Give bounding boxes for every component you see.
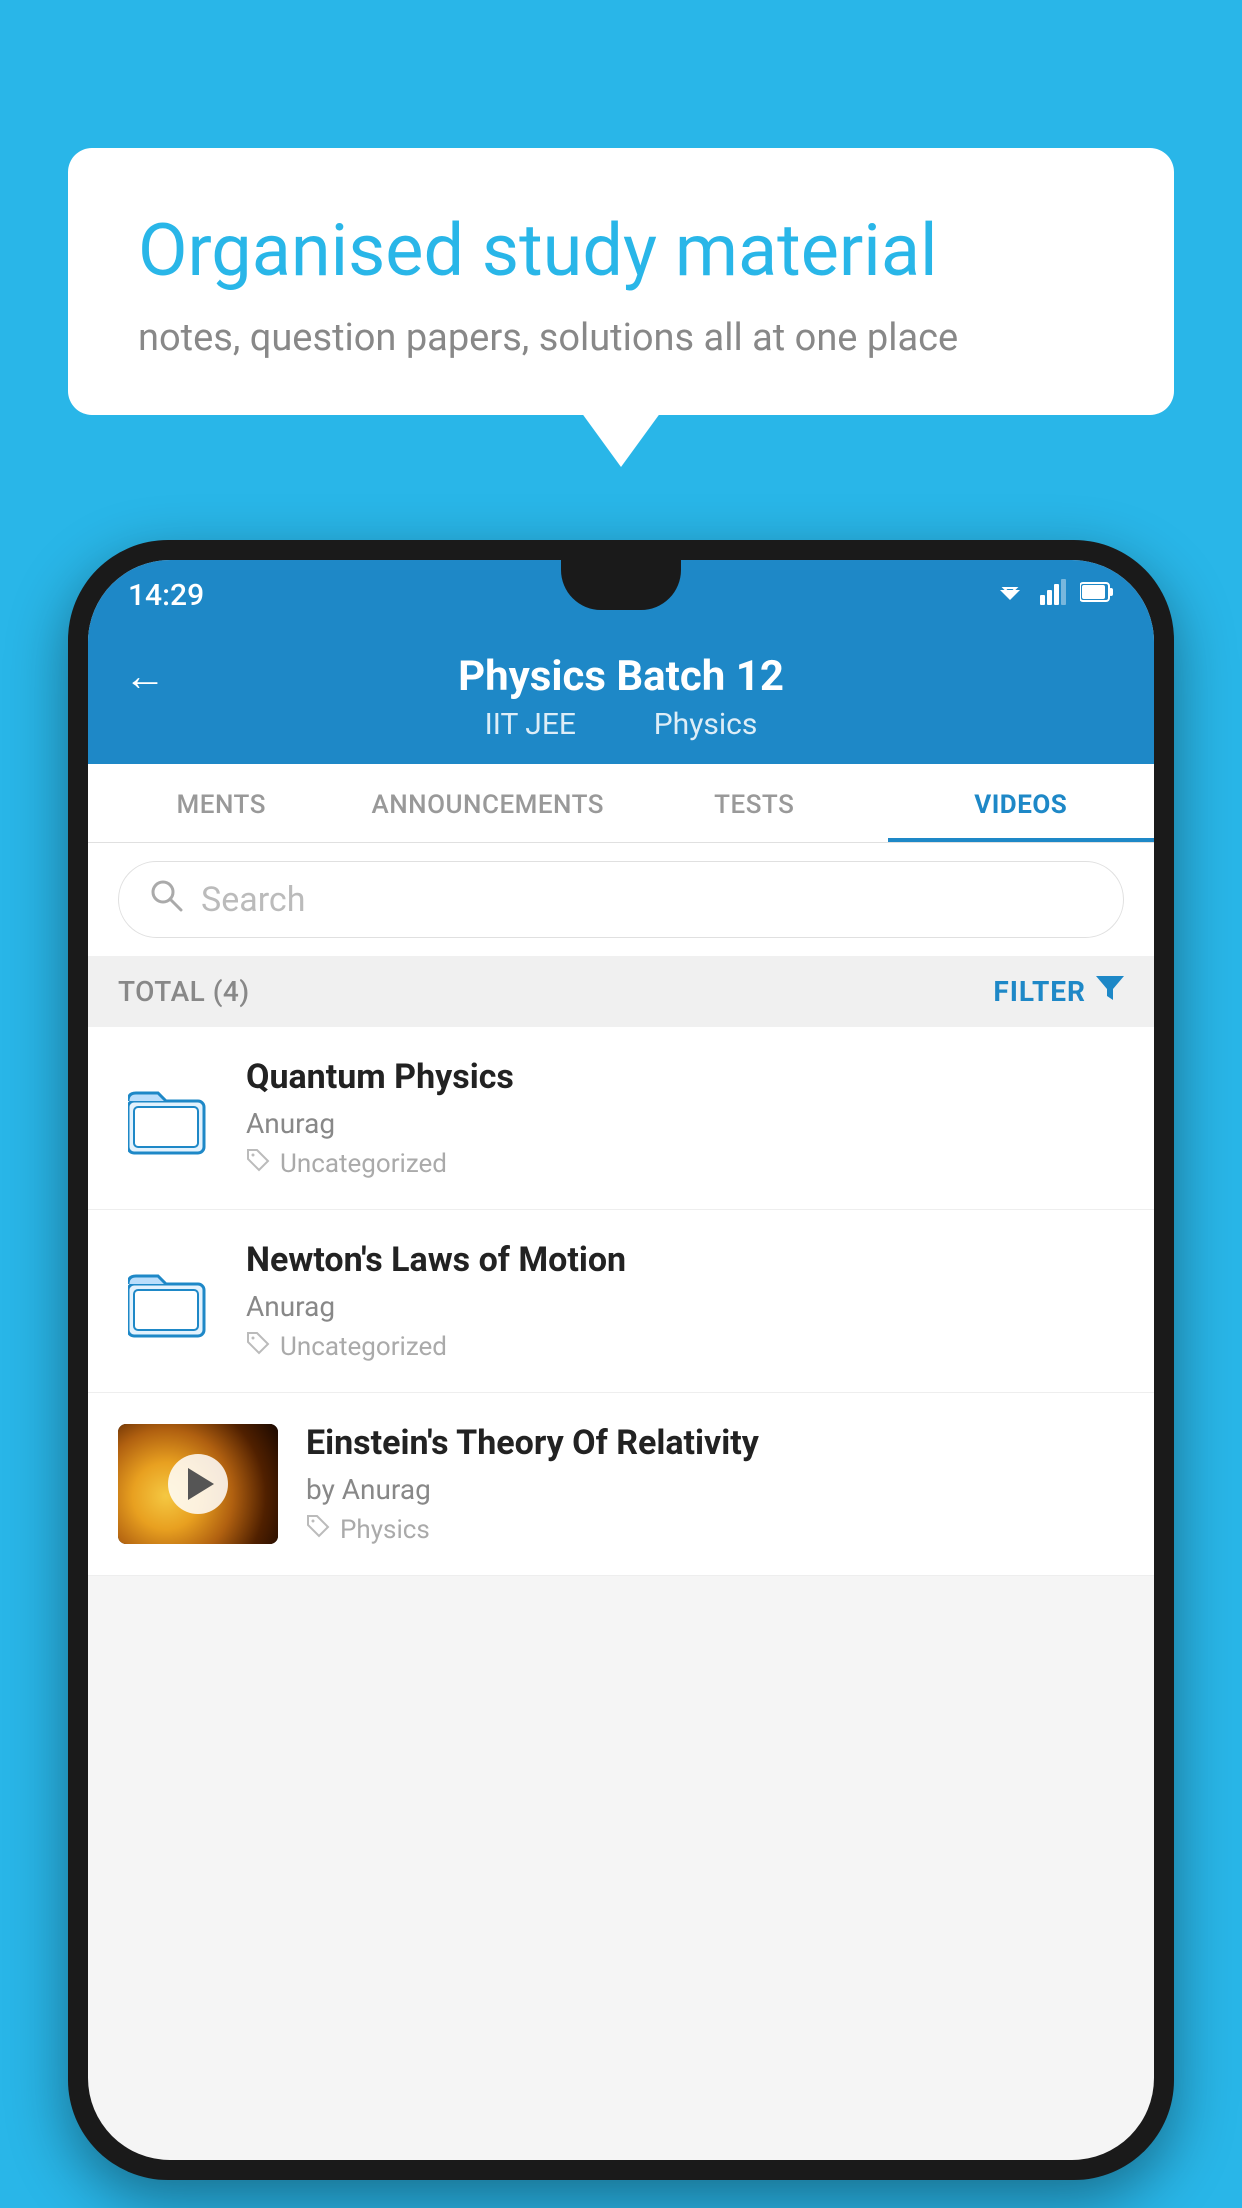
phone-screen: 14:29	[88, 560, 1154, 2160]
header-title: Physics Batch 12	[458, 652, 784, 701]
notch	[561, 560, 681, 610]
header-row: ← Physics Batch 12	[124, 652, 1118, 701]
header-batch-type: Physics	[654, 707, 758, 742]
list-item[interactable]: Newton's Laws of Motion Anurag Uncategor…	[88, 1210, 1154, 1393]
video-author: Anurag	[246, 1290, 1124, 1323]
video-info: Newton's Laws of Motion Anurag Uncategor…	[246, 1240, 1124, 1362]
video-thumbnail	[118, 1424, 278, 1544]
header-subtitle: IIT JEE Physics	[473, 707, 770, 742]
video-tag: Uncategorized	[246, 1331, 1124, 1362]
bubble-title: Organised study material	[138, 208, 1104, 294]
play-button[interactable]	[168, 1454, 228, 1514]
status-time: 14:29	[128, 578, 204, 613]
search-container: Search	[88, 843, 1154, 956]
tag-label: Physics	[340, 1515, 430, 1545]
total-count-label: TOTAL (4)	[118, 975, 250, 1008]
search-placeholder: Search	[201, 880, 305, 920]
tabs-bar: MENTS ANNOUNCEMENTS TESTS VIDEOS	[88, 764, 1154, 843]
tag-icon	[306, 1514, 330, 1545]
video-info: Quantum Physics Anurag Uncategorized	[246, 1057, 1124, 1179]
back-button[interactable]: ←	[124, 652, 166, 701]
play-triangle-icon	[188, 1468, 214, 1500]
folder-icon-wrap	[118, 1068, 218, 1168]
speech-bubble-card: Organised study material notes, question…	[68, 148, 1174, 415]
header-separator	[607, 707, 622, 742]
tab-tests[interactable]: TESTS	[621, 764, 888, 842]
filter-row: TOTAL (4) FILTER	[88, 956, 1154, 1027]
tab-ments[interactable]: MENTS	[88, 764, 355, 842]
video-title: Einstein's Theory Of Relativity	[306, 1423, 1124, 1463]
app-header: ← Physics Batch 12 IIT JEE Physics	[88, 630, 1154, 764]
folder-icon	[128, 1261, 208, 1341]
bubble-subtitle: notes, question papers, solutions all at…	[138, 316, 1104, 360]
video-tag: Uncategorized	[246, 1148, 1124, 1179]
status-icons	[994, 579, 1114, 612]
video-list: Quantum Physics Anurag Uncategorized	[88, 1027, 1154, 1576]
signal-icon	[1040, 579, 1066, 612]
list-item[interactable]: Einstein's Theory Of Relativity by Anura…	[88, 1393, 1154, 1576]
battery-icon	[1080, 580, 1114, 610]
video-title: Newton's Laws of Motion	[246, 1240, 1124, 1280]
tab-videos[interactable]: VIDEOS	[888, 764, 1155, 842]
status-bar: 14:29	[88, 560, 1154, 630]
header-subject: IIT JEE	[485, 707, 576, 742]
tab-announcements[interactable]: ANNOUNCEMENTS	[355, 764, 622, 842]
filter-icon	[1096, 974, 1124, 1009]
search-bar[interactable]: Search	[118, 861, 1124, 938]
video-author: Anurag	[246, 1107, 1124, 1140]
filter-button[interactable]: FILTER	[993, 974, 1124, 1009]
filter-label: FILTER	[993, 975, 1086, 1008]
search-icon	[149, 878, 183, 921]
wifi-icon	[994, 580, 1026, 611]
tag-label: Uncategorized	[280, 1332, 447, 1362]
speech-bubble: Organised study material notes, question…	[68, 148, 1174, 415]
folder-icon	[128, 1078, 208, 1158]
tag-icon	[246, 1148, 270, 1179]
phone-frame: 14:29	[68, 540, 1174, 2180]
video-tag: Physics	[306, 1514, 1124, 1545]
list-item[interactable]: Quantum Physics Anurag Uncategorized	[88, 1027, 1154, 1210]
video-title: Quantum Physics	[246, 1057, 1124, 1097]
video-info: Einstein's Theory Of Relativity by Anura…	[306, 1423, 1124, 1545]
tag-label: Uncategorized	[280, 1149, 447, 1179]
tag-icon	[246, 1331, 270, 1362]
folder-icon-wrap	[118, 1251, 218, 1351]
video-author: by Anurag	[306, 1473, 1124, 1506]
